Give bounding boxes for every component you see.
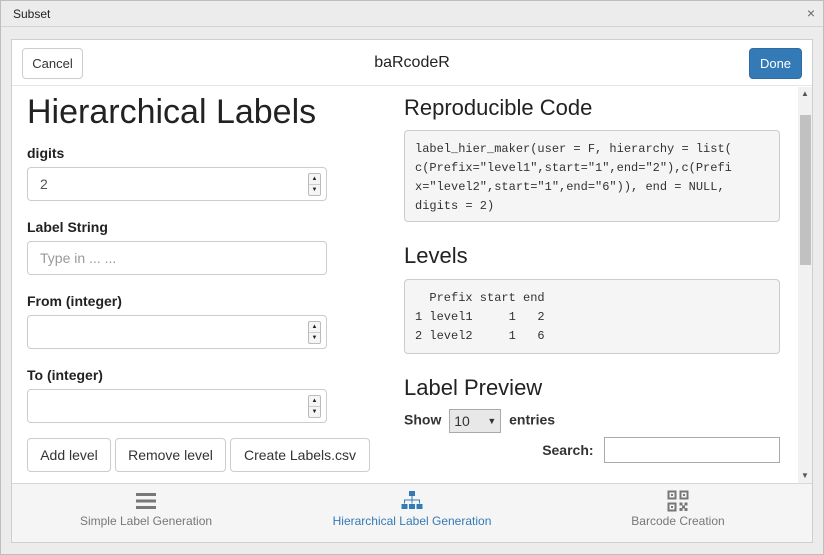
tab-barcode-creation[interactable]: Barcode Creation <box>544 484 812 543</box>
show-label: Show <box>404 411 442 428</box>
remove-level-button[interactable]: Remove level <box>115 438 226 472</box>
digits-value: 2 <box>40 176 48 192</box>
show-entries: Show 10 ▼ entries <box>404 409 555 433</box>
digits-input[interactable]: 2 ▲ ▼ <box>27 167 327 201</box>
digits-stepper[interactable]: ▲ ▼ <box>308 173 321 196</box>
label-string-placeholder: Type in ... ... <box>40 250 117 266</box>
entries-select[interactable]: 10 ▼ <box>449 409 502 433</box>
code-heading: Reproducible Code <box>404 95 593 120</box>
levels-heading: Levels <box>404 243 468 268</box>
entries-label: entries <box>509 411 556 428</box>
tab-label: Hierarchical Label Generation <box>332 514 492 528</box>
app-title: baRcodeR <box>374 54 450 71</box>
add-level-button[interactable]: Add level <box>27 438 111 472</box>
tab-hierarchical-label[interactable]: Hierarchical Label Generation <box>278 484 546 543</box>
bottom-nav: Simple Label Generation Hierarchical Lab… <box>12 483 812 542</box>
window-titlebar: Subset × <box>1 1 823 27</box>
stepper-up-icon[interactable]: ▲ <box>309 396 320 407</box>
gadget-frame: Cancel baRcodeR Done Hierarchical Labels… <box>11 39 813 543</box>
tab-label: Simple Label Generation <box>79 514 213 528</box>
label-string-label: Label String <box>27 219 108 235</box>
scroll-thumb[interactable] <box>800 115 811 265</box>
stepper-down-icon[interactable]: ▼ <box>309 407 320 418</box>
stepper-down-icon[interactable]: ▼ <box>309 185 320 196</box>
main-content: Hierarchical Labels digits 2 ▲ ▼ Label S… <box>12 87 798 483</box>
preview-heading: Label Preview <box>404 375 543 400</box>
code-block: label_hier_maker(user = F, hierarchy = l… <box>404 130 780 222</box>
qrcode-icon <box>667 490 689 512</box>
stepper-down-icon[interactable]: ▼ <box>309 333 320 344</box>
window-close-icon[interactable]: × <box>807 5 815 21</box>
create-labels-button[interactable]: Create Labels.csv <box>230 438 370 472</box>
gadget-header: Cancel baRcodeR Done <box>12 40 812 86</box>
stepper-up-icon[interactable]: ▲ <box>309 174 320 185</box>
scroll-down-icon[interactable]: ▼ <box>798 469 812 483</box>
window: Subset × Cancel baRcodeR Done Hierarchic… <box>0 0 824 555</box>
to-stepper[interactable]: ▲ ▼ <box>308 395 321 418</box>
vertical-scrollbar[interactable]: ▲ ▼ <box>798 87 812 483</box>
levels-block: Prefix start end 1 level1 1 2 2 level2 1… <box>404 279 780 354</box>
caret-down-icon: ▼ <box>487 416 497 426</box>
digits-label: digits <box>27 145 65 161</box>
from-stepper[interactable]: ▲ ▼ <box>308 321 321 344</box>
entries-value: 10 <box>454 413 470 429</box>
to-input[interactable]: ▲ ▼ <box>27 389 327 423</box>
scroll-up-icon[interactable]: ▲ <box>798 87 812 101</box>
tab-label: Barcode Creation <box>631 514 725 528</box>
label-string-input[interactable]: Type in ... ... <box>27 241 327 275</box>
done-button[interactable]: Done <box>749 48 802 79</box>
tab-simple-label[interactable]: Simple Label Generation <box>12 484 280 543</box>
search-row: Search: <box>542 437 780 463</box>
menu-lines-icon <box>136 493 156 509</box>
to-label: To (integer) <box>27 367 103 383</box>
window-title: Subset <box>13 7 51 21</box>
from-label: From (integer) <box>27 293 122 309</box>
sitemap-icon <box>401 491 423 509</box>
stepper-up-icon[interactable]: ▲ <box>309 322 320 333</box>
search-input[interactable] <box>604 437 780 463</box>
search-label: Search: <box>542 442 594 458</box>
from-input[interactable]: ▲ ▼ <box>27 315 327 349</box>
page-title: Hierarchical Labels <box>27 93 317 131</box>
